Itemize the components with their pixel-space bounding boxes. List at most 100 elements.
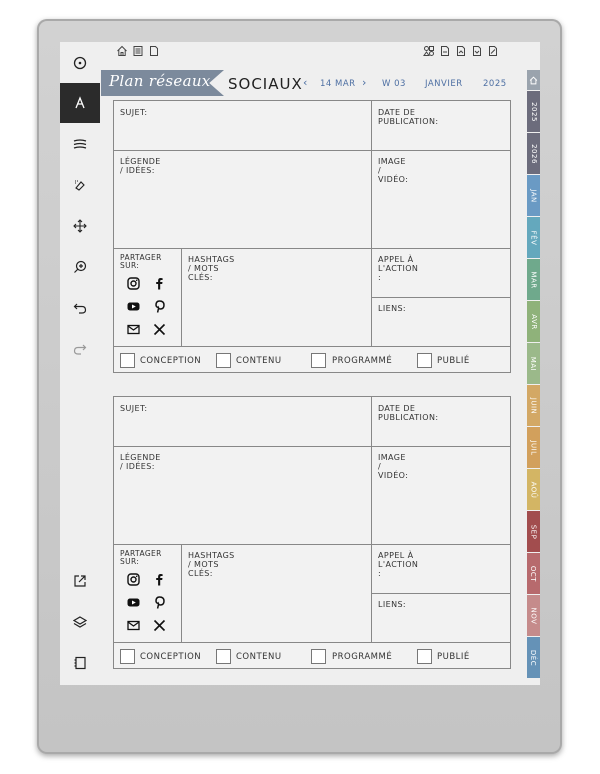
tab-label: DÉC [529,649,538,666]
pinterest-icon[interactable] [152,299,166,313]
tab-aoû[interactable]: AOÛ [527,469,540,510]
subject-label: SUJET: [120,404,148,413]
tab-label: MAR [529,270,538,289]
checkbox-publie-label: PUBLIÉ [437,652,470,662]
tab-2026[interactable]: 2026 [527,133,540,174]
tab-fév[interactable]: FÉV [527,217,540,258]
tab-juin[interactable]: JUIN [527,385,540,426]
zoom-icon[interactable] [60,247,100,287]
page-icon[interactable] [148,45,160,57]
pub-date-label: DATE DE PUBLICATION: [378,108,439,126]
email-icon[interactable] [126,322,140,336]
lines-icon[interactable] [60,124,100,164]
doc2-icon[interactable] [455,45,467,57]
tab-sep[interactable]: SEP [527,511,540,552]
doc4-icon[interactable] [487,45,499,57]
share-label: PARTAGER SUR: [120,549,162,566]
x-icon[interactable] [152,618,166,632]
circle-dot-icon[interactable] [60,43,100,83]
ribbon-title: Plan réseaux [109,72,211,90]
eraser-icon[interactable] [60,165,100,205]
instagram-icon[interactable] [126,276,140,290]
cta-label: APPEL À L'ACTION : [378,255,419,282]
top-icons-left [116,45,160,59]
pinterest-icon[interactable] [152,595,166,609]
caption-label: LÉGENDE / IDÉES: [120,453,161,471]
layers-icon[interactable] [60,602,100,642]
checkbox-conception-label: CONCEPTION [140,356,202,366]
checkbox-contenu-label: CONTENU [236,356,282,366]
hashtags-label: HASHTAGS / MOTS CLÉS: [188,551,235,578]
youtube-icon[interactable] [126,299,140,313]
subject-label: SUJET: [120,108,148,117]
checkbox-publie[interactable] [417,649,432,664]
undo-icon[interactable] [60,288,100,328]
tab-label: NOV [529,607,538,624]
youtube-icon[interactable] [126,595,140,609]
tab-label: AOÛ [529,481,538,498]
facebook-icon[interactable] [152,276,166,290]
share-icon[interactable] [60,561,100,601]
tab-jan[interactable]: JAN [527,175,540,216]
checkbox-conception[interactable] [120,649,135,664]
checkbox-contenu[interactable] [216,353,231,368]
date-link[interactable]: 14 MAR [320,79,356,89]
tab-label: SEP [529,524,538,539]
tab-oct[interactable]: OCT [527,553,540,594]
pen-icon[interactable] [60,83,100,123]
post-form-2: SUJET: DATE DE PUBLICATION: LÉGENDE / ID… [113,396,511,669]
tab-label: FÉV [529,230,538,245]
checkbox-publie-label: PUBLIÉ [437,356,470,366]
redo-icon[interactable] [60,329,100,369]
email-icon[interactable] [126,618,140,632]
checkbox-conception[interactable] [120,353,135,368]
caption-label: LÉGENDE / IDÉES: [120,157,161,175]
checkbox-conception-label: CONCEPTION [140,652,202,662]
links-label: LIENS: [378,600,407,609]
cta-label: APPEL À L'ACTION : [378,551,419,578]
links-label: LIENS: [378,304,407,313]
tab-avr[interactable]: AVR [527,301,540,342]
tab-label: OCT [529,565,538,582]
tab-label: 2025 [529,101,538,122]
instagram-icon[interactable] [126,572,140,586]
tab-label: JUIN [529,397,538,414]
doc3-icon[interactable] [471,45,483,57]
tab-nov[interactable]: NOV [527,595,540,636]
screen: Plan réseaux SOCIAUX ‹ 14 MAR › W 03 JAN… [60,42,540,685]
next-button[interactable]: › [362,76,367,89]
pub-date-label: DATE DE PUBLICATION: [378,404,439,422]
checkbox-programme[interactable] [311,353,326,368]
tab-mar[interactable]: MAR [527,259,540,300]
shapes-icon[interactable] [423,45,435,57]
page-title: SOCIAUX [228,75,303,93]
post-form-1: SUJET: DATE DE PUBLICATION: LÉGENDE / ID… [113,100,511,373]
facebook-icon[interactable] [152,572,166,586]
toolbar [60,42,100,685]
checkbox-contenu[interactable] [216,649,231,664]
prev-button[interactable]: ‹ [303,76,308,89]
year-link[interactable]: 2025 [483,79,507,89]
share-label: PARTAGER SUR: [120,253,162,270]
top-icons-right [423,45,499,59]
list-icon[interactable] [132,45,144,57]
tab-2025[interactable]: 2025 [527,91,540,132]
x-icon[interactable] [152,322,166,336]
hashtags-label: HASHTAGS / MOTS CLÉS: [188,255,235,282]
tab-déc[interactable]: DÉC [527,637,540,678]
week-link[interactable]: W 03 [382,79,406,89]
tab-label: JAN [529,188,538,203]
doc1-icon[interactable] [439,45,451,57]
tab-mai[interactable]: MAI [527,343,540,384]
tab-juil[interactable]: JUIL [527,427,540,468]
home-icon[interactable] [116,45,128,57]
tab-label: JUIL [529,439,538,456]
media-label: IMAGE / VIDÉO: [378,453,409,480]
checkbox-programme[interactable] [311,649,326,664]
checkbox-publie[interactable] [417,353,432,368]
month-link[interactable]: JANVIER [425,79,463,89]
page-icon[interactable] [60,643,100,683]
tab-home[interactable] [527,70,540,90]
checkbox-programme-label: PROGRAMMÉ [332,652,393,662]
move-icon[interactable] [60,206,100,246]
